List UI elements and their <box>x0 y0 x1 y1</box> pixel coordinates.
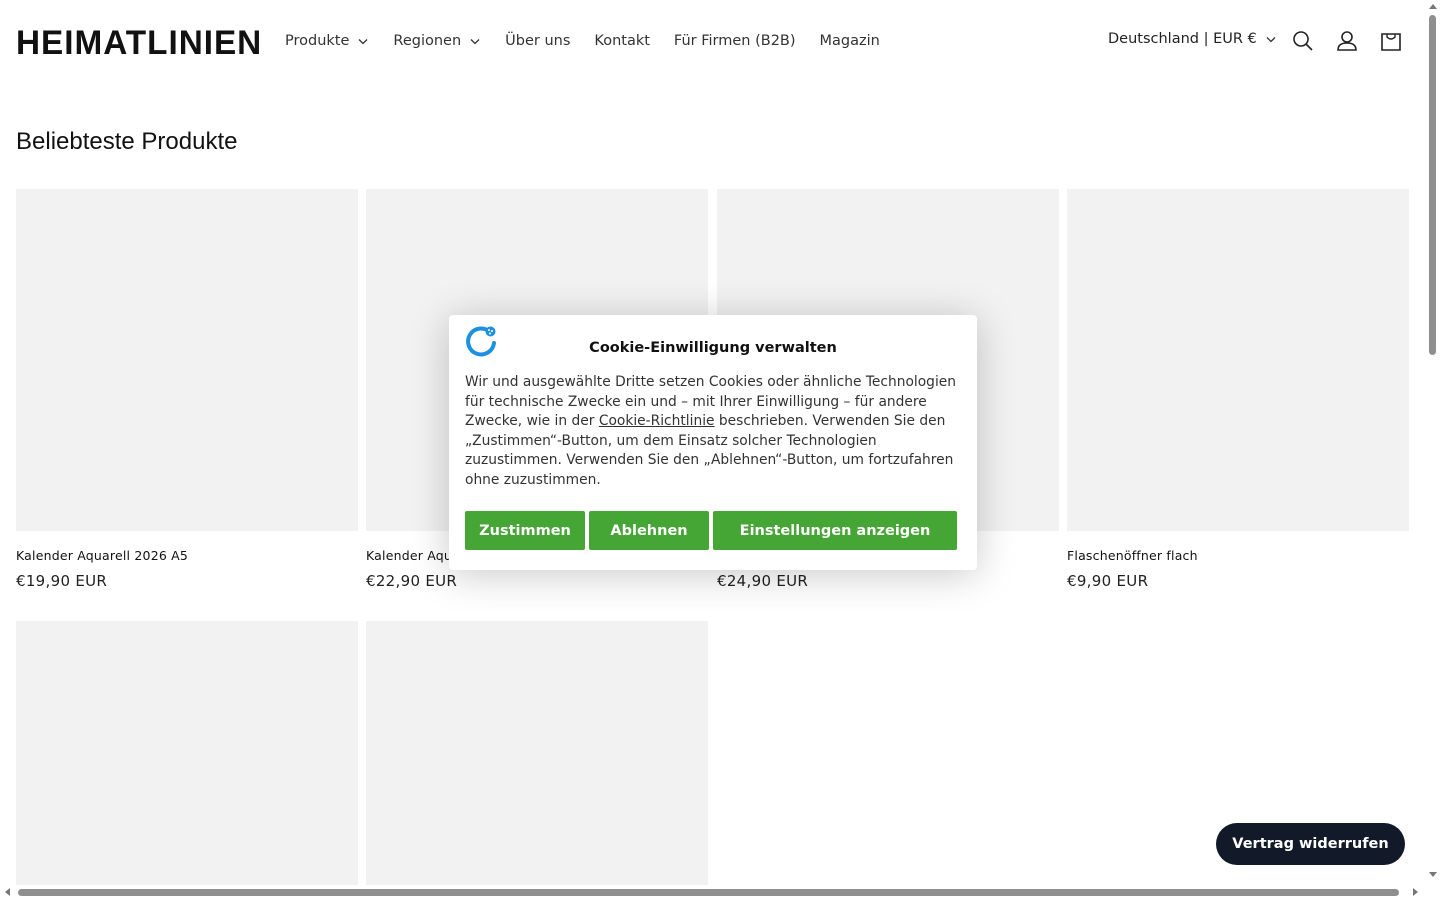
show-settings-button[interactable]: Einstellungen anzeigen <box>713 511 957 550</box>
dialog-body: Wir und ausgewählte Dritte setzen Cookie… <box>465 373 961 491</box>
product-price: €9,90 EUR <box>1067 572 1149 590</box>
search-icon[interactable] <box>1290 28 1316 54</box>
scrollbar-corner <box>1425 885 1440 900</box>
section-title: Beliebteste Produkte <box>16 128 238 155</box>
reject-button[interactable]: Ablehnen <box>589 511 709 550</box>
cart-icon[interactable] <box>1378 28 1404 54</box>
nav-label: Regionen <box>393 33 462 49</box>
nav-label: Produkte <box>285 33 350 49</box>
main-nav: Produkte Regionen Über uns Kontakt Für F… <box>285 30 904 52</box>
site-header: HEIMATLINIEN Produkte Regionen Über uns … <box>0 0 1425 82</box>
nav-label: Über uns <box>505 33 571 49</box>
nav-magazin[interactable]: Magazin <box>820 30 880 52</box>
cookie-policy-link[interactable]: Cookie-Richtlinie <box>599 413 715 429</box>
product-image[interactable] <box>16 621 358 885</box>
product-image[interactable] <box>16 189 358 531</box>
scroll-down-arrow-icon[interactable] <box>1429 872 1437 877</box>
product-card[interactable]: Flaschenöffner flach €9,90 EUR <box>1067 189 1409 590</box>
dialog-title: Cookie-Einwilligung verwalten <box>589 340 837 356</box>
product-name[interactable]: Flaschenöffner flach <box>1067 548 1409 563</box>
country-label: Deutschland | EUR € <box>1108 31 1257 47</box>
account-icon[interactable] <box>1334 28 1360 54</box>
product-image[interactable] <box>366 621 708 885</box>
nav-ueber-uns[interactable]: Über uns <box>505 30 570 52</box>
cookie-consent-dialog: Cookie-Einwilligung verwalten Wir und au… <box>449 315 977 570</box>
scroll-right-arrow-icon[interactable] <box>1413 888 1418 896</box>
product-card[interactable]: Kalender Aquarell 2026 A5 €19,90 EUR <box>16 189 358 590</box>
nav-fuer-firmen[interactable]: Für Firmen (B2B) <box>674 30 796 52</box>
scrollbar-thumb[interactable] <box>1429 15 1436 355</box>
country-currency-selector[interactable]: Deutschland | EUR € <box>1108 31 1277 47</box>
site-logo[interactable]: HEIMATLINIEN <box>16 24 262 63</box>
chevron-down-icon <box>470 39 480 45</box>
chevron-down-icon <box>1266 37 1276 43</box>
product-image[interactable] <box>1067 189 1409 531</box>
product-price: €24,90 EUR <box>717 572 809 590</box>
horizontal-scrollbar[interactable] <box>0 885 1425 900</box>
nav-label: Für Firmen (B2B) <box>673 33 796 49</box>
scroll-left-arrow-icon[interactable] <box>5 888 10 896</box>
nav-regionen[interactable]: Regionen <box>393 30 481 52</box>
nav-label: Kontakt <box>594 33 650 49</box>
scroll-up-arrow-icon[interactable] <box>1429 4 1437 9</box>
accept-button[interactable]: Zustimmen <box>465 511 585 550</box>
product-price: €19,90 EUR <box>16 572 108 590</box>
withdraw-contract-button[interactable]: Vertrag widerrufen <box>1216 823 1405 865</box>
scrollbar-thumb[interactable] <box>18 889 1399 896</box>
chevron-down-icon <box>358 39 368 45</box>
nav-label: Magazin <box>819 33 880 49</box>
product-price: €22,90 EUR <box>366 572 458 590</box>
nav-kontakt[interactable]: Kontakt <box>594 30 650 52</box>
nav-produkte[interactable]: Produkte <box>285 30 369 52</box>
product-name[interactable]: Kalender Aquarell 2026 A5 <box>16 548 358 563</box>
vertical-scrollbar[interactable] <box>1425 0 1440 885</box>
